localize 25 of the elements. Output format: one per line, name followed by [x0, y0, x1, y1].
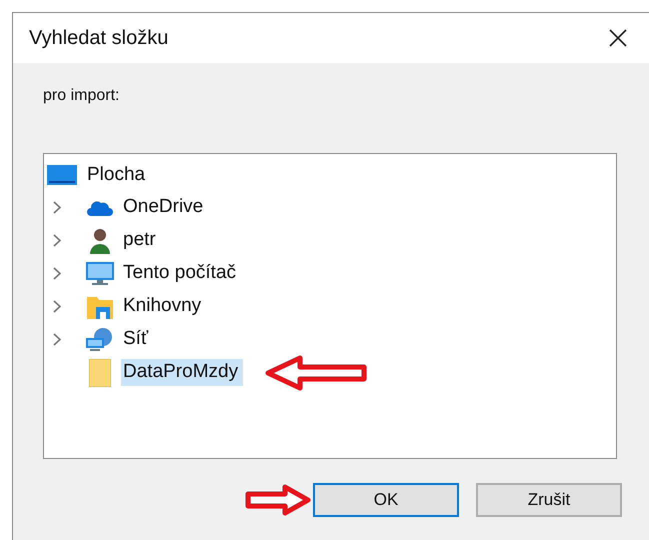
cloud-icon	[87, 200, 113, 216]
tree-item[interactable]: petr	[121, 227, 161, 254]
expand-chevron-icon[interactable]	[53, 201, 61, 214]
desktop-icon	[47, 164, 77, 184]
library-folder-icon	[87, 294, 113, 318]
tree-item[interactable]: OneDrive	[121, 194, 208, 221]
tree-item[interactable]: Síť	[121, 326, 154, 353]
dialog-button[interactable]: Zrušit	[476, 483, 622, 517]
dialog-button[interactable]: OK	[313, 483, 459, 517]
expand-chevron-icon[interactable]	[53, 234, 61, 247]
window-title: Vyhledat složku	[29, 26, 168, 50]
close-icon	[608, 28, 628, 48]
expand-chevron-icon[interactable]	[53, 267, 61, 280]
tree-item[interactable]: Tento počítač	[121, 260, 242, 287]
user-icon	[89, 228, 111, 254]
description-label: pro import:	[43, 87, 120, 105]
network-icon	[86, 328, 114, 352]
folder-icon	[89, 358, 111, 386]
annotation-arrow	[245, 484, 311, 516]
tree-item[interactable]: Plocha	[44, 158, 146, 191]
expand-chevron-icon[interactable]	[53, 300, 61, 313]
monitor-icon	[86, 262, 114, 286]
expand-chevron-icon[interactable]	[53, 333, 61, 346]
tree-item[interactable]: Knihovny	[121, 293, 206, 320]
tree-item[interactable]: DataProMzdy	[121, 359, 244, 386]
